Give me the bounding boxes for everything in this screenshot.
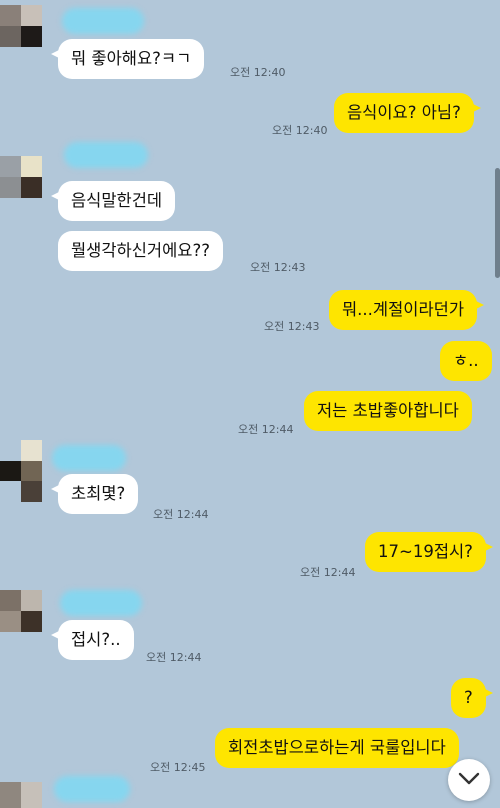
sender-name-blurred: [60, 590, 142, 616]
avatar[interactable]: [0, 590, 42, 632]
sender-name-blurred: [54, 776, 130, 802]
message-bubble-incoming[interactable]: 음식말한건데: [50, 181, 176, 221]
message-text: 음식이요? 아님?: [347, 103, 461, 122]
message-text: 회전초밥으로하는게 국룰입니다: [228, 738, 446, 757]
message-bubble-outgoing[interactable]: 저는 초밥좋아합니다: [304, 391, 472, 431]
message-text: 저는 초밥좋아합니다: [317, 401, 459, 420]
message-text: 뭐 좋아해요?ㅋㄱ: [71, 49, 192, 68]
message-text: ㅎ..: [453, 351, 479, 370]
message-text: 뭘생각하신거에요??: [71, 241, 210, 260]
message-bubble-incoming[interactable]: 접시?..: [51, 620, 134, 660]
avatar[interactable]: [0, 5, 42, 47]
message-time: 오전 12:43: [250, 261, 306, 274]
sender-name-blurred: [62, 8, 144, 34]
sender-name-blurred: [64, 142, 148, 168]
message-time: 오전 12:44: [238, 423, 294, 436]
scroll-to-bottom-button[interactable]: [448, 759, 490, 801]
message-bubble-incoming[interactable]: 초최몇?: [50, 474, 139, 514]
avatar[interactable]: [0, 440, 42, 502]
message-bubble-incoming[interactable]: 뭘생각하신거에요??: [58, 231, 223, 271]
message-time: 오전 12:40: [230, 66, 286, 79]
message-text: 접시?..: [71, 630, 121, 649]
message-time: 오전 12:44: [153, 508, 209, 521]
message-bubble-outgoing[interactable]: 회전초밥으로하는게 국룰입니다: [215, 728, 459, 768]
message-bubble-outgoing[interactable]: ㅎ..: [440, 341, 492, 381]
chevron-down-icon: [458, 771, 480, 790]
message-text: 초최몇?: [71, 484, 126, 503]
message-text: 음식말한건데: [71, 191, 163, 210]
message-time: 오전 12:44: [146, 651, 202, 664]
avatar[interactable]: [0, 782, 42, 808]
message-bubble-outgoing[interactable]: 뭐...계절이라던가: [329, 290, 484, 330]
message-time: 오전 12:43: [264, 320, 320, 333]
message-time: 오전 12:44: [300, 566, 356, 579]
scrollbar[interactable]: [495, 168, 500, 278]
message-text: 뭐...계절이라던가: [342, 300, 464, 319]
message-time: 오전 12:40: [272, 124, 328, 137]
message-time: 오전 12:45: [150, 761, 206, 774]
message-bubble-incoming[interactable]: 뭐 좋아해요?ㅋㄱ: [50, 39, 205, 79]
message-text: ?: [464, 688, 473, 707]
sender-name-blurred: [52, 445, 126, 471]
avatar[interactable]: [0, 156, 42, 198]
message-bubble-outgoing[interactable]: 음식이요? 아님?: [334, 93, 481, 133]
message-bubble-outgoing[interactable]: ?: [451, 678, 493, 718]
message-bubble-outgoing[interactable]: 17~19접시?: [365, 532, 493, 572]
message-text: 17~19접시?: [378, 542, 473, 561]
